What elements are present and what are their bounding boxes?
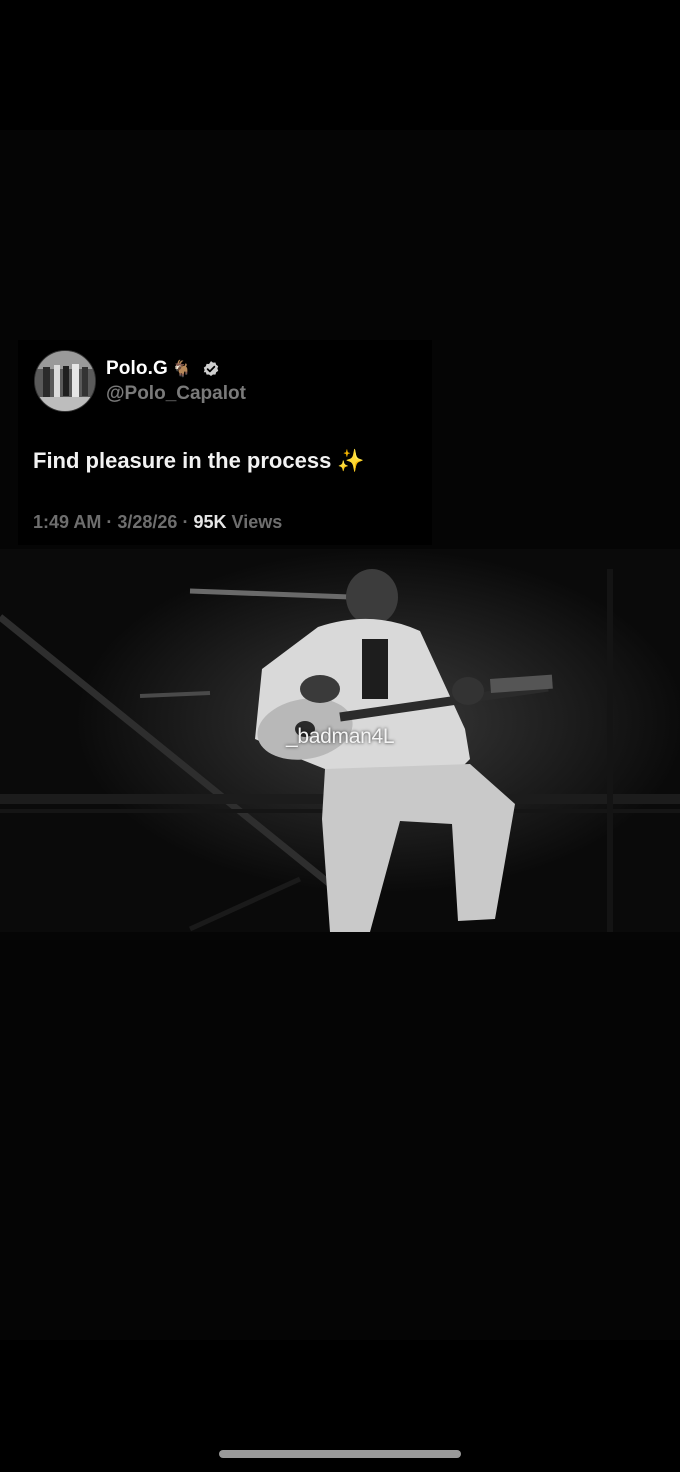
tweet-card[interactable]: Polo.G 🐐 @Polo_Capalot Find pleasure in … (18, 340, 432, 545)
tweet-time: 1:49 AM (33, 512, 102, 532)
top-band (0, 0, 680, 130)
meta-separator: · (106, 512, 113, 532)
tweet-meta: 1:49 AM · 3/28/26 · 95K Views (33, 512, 282, 533)
video-watermark: _badman4L (286, 725, 395, 748)
tweet-text: Find pleasure in the process ✨ (33, 448, 365, 473)
goat-emoji: 🐐 (171, 361, 192, 378)
home-indicator[interactable] (219, 1450, 461, 1458)
avatar[interactable] (34, 350, 96, 412)
meta-separator: · (182, 512, 189, 532)
avatar-photo-icon (35, 351, 95, 411)
views-label: Views (231, 512, 283, 532)
handle[interactable]: @Polo_Capalot (106, 383, 246, 405)
verified-badge-icon (203, 361, 218, 376)
display-name[interactable]: Polo.G (106, 358, 168, 380)
views-count[interactable]: 95K (193, 512, 226, 532)
name-row: Polo.G 🐐 (106, 356, 220, 382)
tweet-date: 3/28/26 (117, 512, 178, 532)
